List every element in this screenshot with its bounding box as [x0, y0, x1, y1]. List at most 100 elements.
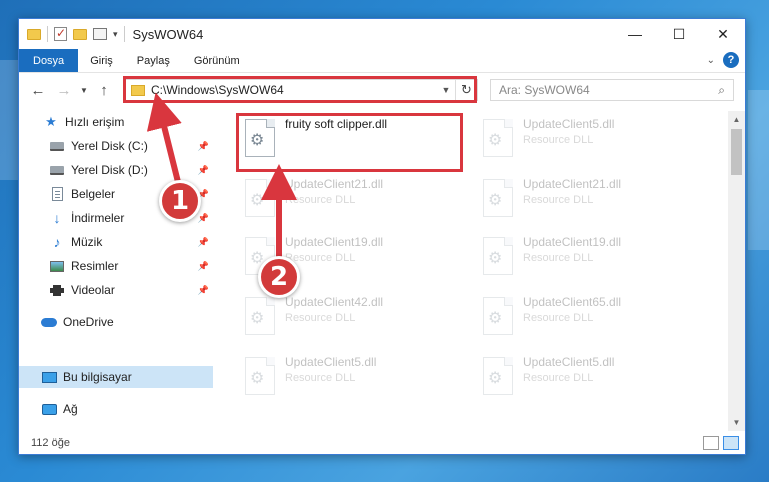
back-arrow-icon[interactable]: ←: [25, 82, 51, 99]
file-tile[interactable]: UpdateClient5.dll Resource DLL: [479, 113, 709, 167]
help-icon[interactable]: ?: [723, 52, 739, 68]
cloud-icon: [41, 315, 57, 329]
properties-check-icon[interactable]: [54, 26, 67, 41]
drive-icon: [49, 163, 65, 177]
sidebar-item-music[interactable]: ♪ Müzik 📌: [19, 231, 213, 253]
tab-share[interactable]: Paylaş: [125, 49, 182, 72]
file-name: UpdateClient5.dll: [523, 117, 615, 131]
quick-access-toolbar: ▾: [19, 26, 125, 42]
pin-icon[interactable]: 📌: [198, 237, 209, 248]
navigation-pane: ★ Hızlı erişim Yerel Disk (C:) 📌 Yerel D…: [19, 111, 213, 429]
file-name: UpdateClient65.dll: [523, 295, 622, 309]
tab-home[interactable]: Giriş: [78, 49, 125, 72]
window-controls: — ☐ ✕: [613, 19, 745, 49]
file-tile[interactable]: UpdateClient5.dll Resource DLL: [479, 351, 709, 405]
dll-file-icon: [483, 179, 513, 217]
sidebar-item-local-disk-c[interactable]: Yerel Disk (C:) 📌: [19, 135, 213, 157]
sidebar-item-label: Müzik: [71, 235, 103, 249]
file-tile[interactable]: UpdateClient19.dll Resource DLL: [479, 231, 709, 285]
pictures-icon: [49, 259, 65, 273]
dll-file-icon: [245, 297, 275, 335]
file-tile[interactable]: UpdateClient5.dll Resource DLL: [241, 351, 471, 405]
network-icon: [41, 402, 57, 416]
tab-file[interactable]: Dosya: [19, 49, 79, 72]
search-icon[interactable]: ⌕: [718, 83, 725, 98]
file-tile[interactable]: UpdateClient21.dll Resource DLL: [241, 173, 471, 227]
pin-icon[interactable]: 📌: [198, 213, 209, 224]
pin-icon[interactable]: 📌: [198, 141, 209, 152]
window-title: SysWOW64: [132, 26, 204, 42]
search-placeholder: Ara: SysWOW64: [499, 83, 590, 97]
sidebar-item-label: Bu bilgisayar: [63, 370, 132, 384]
recent-locations-chevron-icon[interactable]: ▼: [77, 86, 91, 95]
star-icon: ★: [45, 114, 57, 129]
scroll-up-arrow-icon[interactable]: ▲: [728, 111, 745, 128]
sidebar-item-label: Belgeler: [71, 187, 116, 201]
step-1-badge: 1: [159, 180, 201, 222]
drive-icon: [49, 139, 65, 153]
file-type: Resource DLL: [523, 312, 594, 324]
toolbar-divider: [123, 26, 125, 42]
download-icon: ↓: [53, 210, 61, 226]
up-arrow-icon[interactable]: ↑: [91, 82, 117, 99]
file-type: Resource DLL: [523, 252, 594, 264]
new-folder-icon[interactable]: [73, 28, 87, 40]
properties-icon[interactable]: [93, 28, 107, 40]
sidebar-item-videos[interactable]: Videolar 📌: [19, 279, 213, 301]
expand-ribbon-chevron-icon[interactable]: ⌄: [707, 55, 715, 66]
folder-icon: [27, 28, 41, 40]
file-type: Resource DLL: [285, 372, 356, 384]
pin-icon[interactable]: 📌: [198, 285, 209, 296]
scrollbar-thumb[interactable]: [731, 129, 742, 175]
computer-icon: [41, 370, 57, 384]
sidebar-item-label: OneDrive: [63, 315, 114, 329]
ribbon-tabs: Dosya Giriş Paylaş Görünüm ⌄ ?: [19, 49, 745, 73]
sidebar-item-label: Videolar: [71, 283, 115, 297]
file-tile[interactable]: UpdateClient42.dll Resource DLL: [241, 291, 471, 345]
sidebar-item-onedrive[interactable]: OneDrive: [19, 311, 213, 333]
sidebar-item-label: Yerel Disk (D:): [71, 163, 148, 177]
details-view-icon[interactable]: [703, 436, 719, 450]
customize-toolbar-chevron-icon[interactable]: ▾: [113, 29, 118, 40]
minimize-button[interactable]: —: [613, 19, 657, 49]
ribbon-right-controls: ⌄ ?: [707, 52, 739, 68]
sidebar-item-label: Yerel Disk (C:): [71, 139, 148, 153]
sidebar-item-local-disk-d[interactable]: Yerel Disk (D:) 📌: [19, 159, 213, 181]
pin-icon[interactable]: 📌: [198, 261, 209, 272]
sidebar-item-label: İndirmeler: [71, 211, 125, 225]
dll-file-icon: [483, 119, 513, 157]
file-type: Resource DLL: [285, 312, 356, 324]
file-type: Resource DLL: [523, 194, 594, 206]
scroll-down-arrow-icon[interactable]: ▼: [728, 414, 745, 431]
sidebar-item-label: Ağ: [63, 402, 78, 416]
file-name: UpdateClient42.dll: [285, 295, 384, 309]
search-input[interactable]: Ara: SysWOW64 ⌕: [490, 79, 734, 101]
file-tile[interactable]: UpdateClient65.dll Resource DLL: [479, 291, 709, 345]
pin-icon[interactable]: 📌: [198, 165, 209, 176]
vertical-scrollbar[interactable]: ▲ ▼: [728, 111, 745, 431]
step-2-badge: 2: [258, 256, 300, 298]
sidebar-item-label: Resimler: [71, 259, 119, 273]
dll-file-icon: [483, 237, 513, 275]
tab-view[interactable]: Görünüm: [182, 49, 252, 72]
maximize-button[interactable]: ☐: [657, 19, 701, 49]
status-bar: 112 öğe: [19, 432, 745, 454]
sidebar-item-this-pc[interactable]: Bu bilgisayar: [19, 366, 213, 388]
file-name: UpdateClient19.dll: [285, 235, 384, 249]
sidebar-item-network[interactable]: Ağ: [19, 398, 213, 420]
file-name: UpdateClient5.dll: [523, 355, 615, 369]
file-type: Resource DLL: [285, 194, 356, 206]
dll-file-icon: [483, 357, 513, 395]
sidebar-item-quick-access[interactable]: ★ Hızlı erişim: [19, 111, 213, 133]
dll-file-icon: [245, 179, 275, 217]
sidebar-item-pictures[interactable]: Resimler 📌: [19, 255, 213, 277]
file-name: UpdateClient21.dll: [523, 177, 622, 191]
videos-icon: [49, 283, 65, 297]
title-bar: ▾ SysWOW64 — ☐ ✕: [19, 19, 745, 49]
forward-arrow-icon[interactable]: →: [51, 82, 77, 99]
tiles-view-icon[interactable]: [723, 436, 739, 450]
close-button[interactable]: ✕: [701, 19, 745, 49]
file-tile[interactable]: UpdateClient21.dll Resource DLL: [479, 173, 709, 227]
file-name: UpdateClient5.dll: [285, 355, 377, 369]
music-icon: ♪: [53, 234, 61, 250]
